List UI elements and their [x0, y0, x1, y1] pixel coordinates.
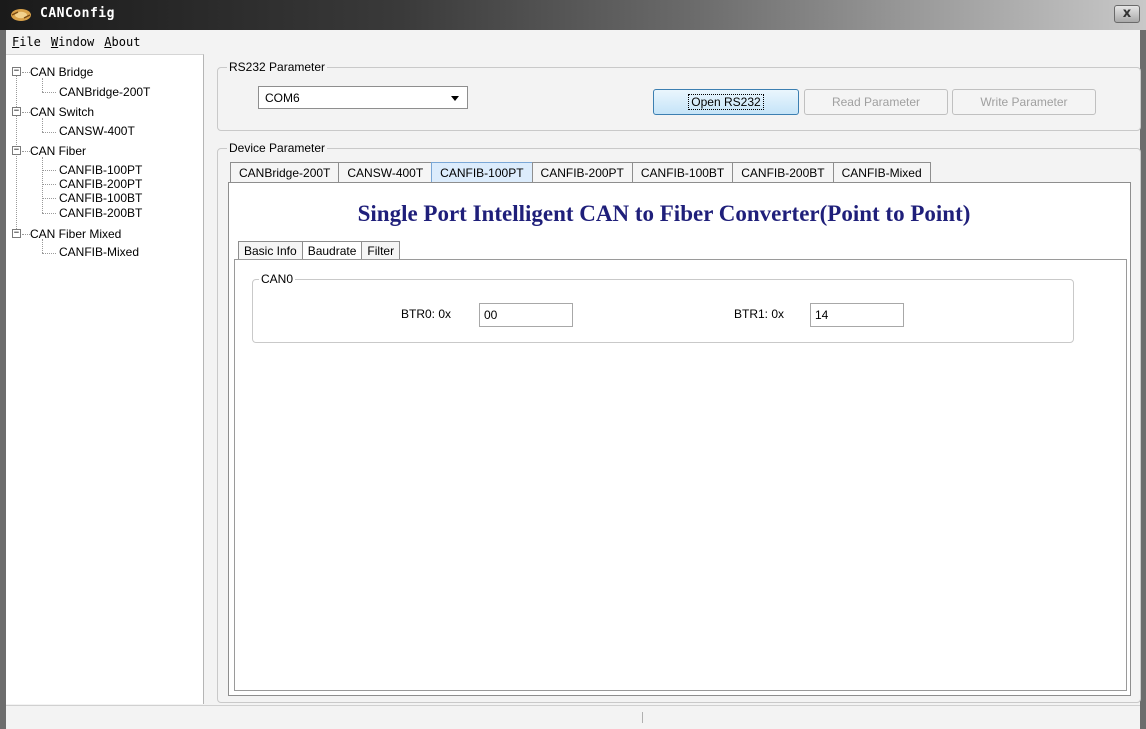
tab-canbridge-200t[interactable]: CANBridge-200T [230, 162, 340, 182]
open-rs232-button[interactable]: Open RS232 [653, 89, 799, 115]
tree-node-can-switch[interactable]: CAN Switch [30, 105, 94, 119]
tree-node-can-bridge[interactable]: CAN Bridge [30, 65, 93, 79]
rs232-group-title: RS232 Parameter [227, 60, 328, 74]
menu-bar: File Window About [6, 32, 1140, 52]
tree-toggle-can-switch[interactable]: − [12, 107, 21, 116]
tab-cansw-400t[interactable]: CANSW-400T [338, 162, 433, 182]
tree-node-can-fiber-mixed[interactable]: CAN Fiber Mixed [30, 227, 121, 241]
sub-tabs: Basic Info Baudrate Filter [238, 241, 401, 259]
tab-basic-info[interactable]: Basic Info [238, 241, 303, 259]
tab-filter[interactable]: Filter [361, 241, 401, 259]
close-button[interactable]: x [1114, 5, 1140, 23]
title-bar: CANConfig x [0, 0, 1146, 30]
write-parameter-button[interactable]: Write Parameter [952, 89, 1096, 115]
status-bar [6, 705, 1140, 729]
status-separator [642, 712, 643, 723]
close-icon: x [1122, 6, 1132, 21]
handshake-icon [11, 9, 31, 21]
tree-leaf-canbridge-200t[interactable]: CANBridge-200T [59, 85, 150, 99]
tree-toggle-can-fiber[interactable]: − [12, 146, 21, 155]
chevron-down-icon [451, 96, 459, 101]
tree-leaf-canfib-200bt[interactable]: CANFIB-200BT [59, 206, 142, 220]
btr1-input[interactable]: 14 [810, 303, 904, 327]
tab-canfib-100bt[interactable]: CANFIB-100BT [631, 162, 734, 182]
btr1-label: BTR1: 0x [734, 307, 785, 321]
menu-about[interactable]: About [104, 35, 140, 49]
device-group-title: Device Parameter [227, 141, 328, 155]
window-title: CANConfig [40, 6, 115, 21]
tab-canfib-200bt[interactable]: CANFIB-200BT [732, 162, 834, 182]
tree-leaf-canfib-100pt[interactable]: CANFIB-100PT [59, 163, 142, 177]
can0-group [252, 279, 1074, 343]
device-tabs: CANBridge-200T CANSW-400T CANFIB-100PT C… [230, 162, 931, 182]
tree-leaf-canfib-100bt[interactable]: CANFIB-100BT [59, 191, 142, 205]
com-port-select[interactable]: COM6 [258, 86, 468, 109]
tree-node-can-fiber[interactable]: CAN Fiber [30, 144, 86, 158]
tree-leaf-canfib-200pt[interactable]: CANFIB-200PT [59, 177, 142, 191]
menu-window[interactable]: Window [51, 35, 94, 49]
tab-canfib-200pt[interactable]: CANFIB-200PT [531, 162, 633, 182]
tree-leaf-canfib-mixed[interactable]: CANFIB-Mixed [59, 245, 139, 259]
tree-toggle-can-fiber-mixed[interactable]: − [12, 229, 21, 238]
btr0-label: BTR0: 0x [401, 307, 452, 321]
tree-leaf-cansw-400t[interactable]: CANSW-400T [59, 124, 135, 138]
tree-toggle-can-bridge[interactable]: − [12, 67, 21, 76]
tab-baudrate[interactable]: Baudrate [301, 241, 363, 259]
com-port-value: COM6 [265, 90, 300, 105]
tab-canfib-mixed[interactable]: CANFIB-Mixed [832, 162, 931, 182]
btr0-input[interactable]: 00 [479, 303, 573, 327]
device-tree[interactable]: − CAN Bridge CANBridge-200T − CAN Switch… [6, 54, 204, 704]
menu-file[interactable]: File [12, 35, 41, 49]
tab-canfib-100pt[interactable]: CANFIB-100PT [431, 162, 533, 182]
can0-group-title: CAN0 [259, 272, 296, 286]
read-parameter-button[interactable]: Read Parameter [804, 89, 948, 115]
device-banner: Single Port Intelligent CAN to Fiber Con… [357, 201, 971, 226]
